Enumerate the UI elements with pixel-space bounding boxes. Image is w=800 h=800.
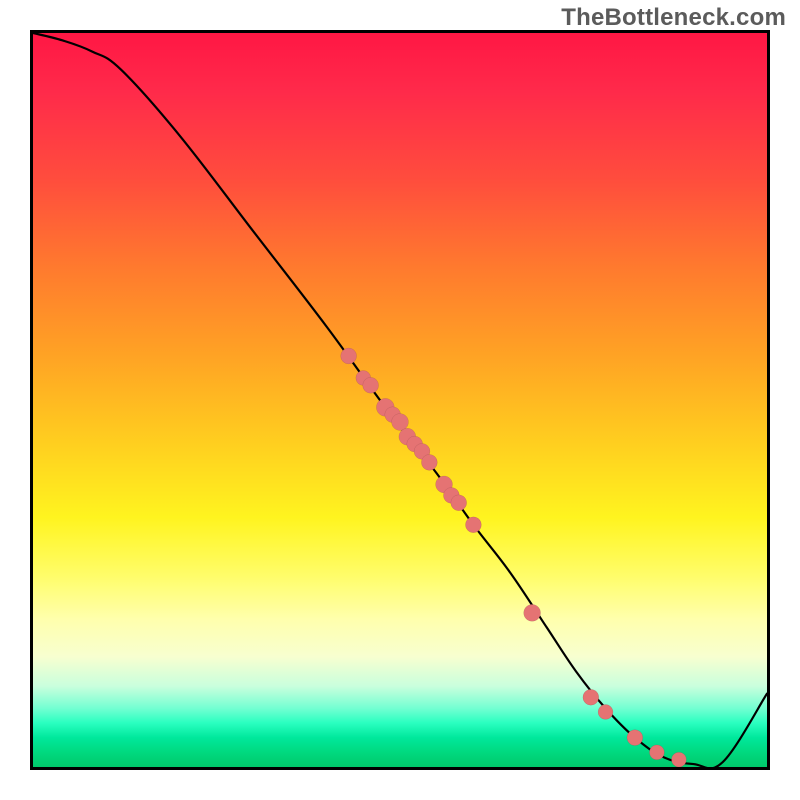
data-markers [341,348,687,767]
data-marker [421,454,437,470]
data-marker [465,517,481,533]
data-marker [627,730,643,746]
chart-container: TheBottleneck.com [0,0,800,800]
data-marker [598,705,613,720]
data-marker [583,689,599,705]
data-marker [649,745,664,760]
data-marker [341,348,357,364]
data-marker [524,604,541,621]
watermark-text: TheBottleneck.com [561,4,786,32]
data-marker [671,752,686,767]
data-marker [392,414,409,431]
bottleneck-curve [33,33,767,767]
data-marker [451,495,467,511]
data-marker [363,377,379,393]
chart-overlay [33,33,767,767]
plot-area [30,30,770,770]
